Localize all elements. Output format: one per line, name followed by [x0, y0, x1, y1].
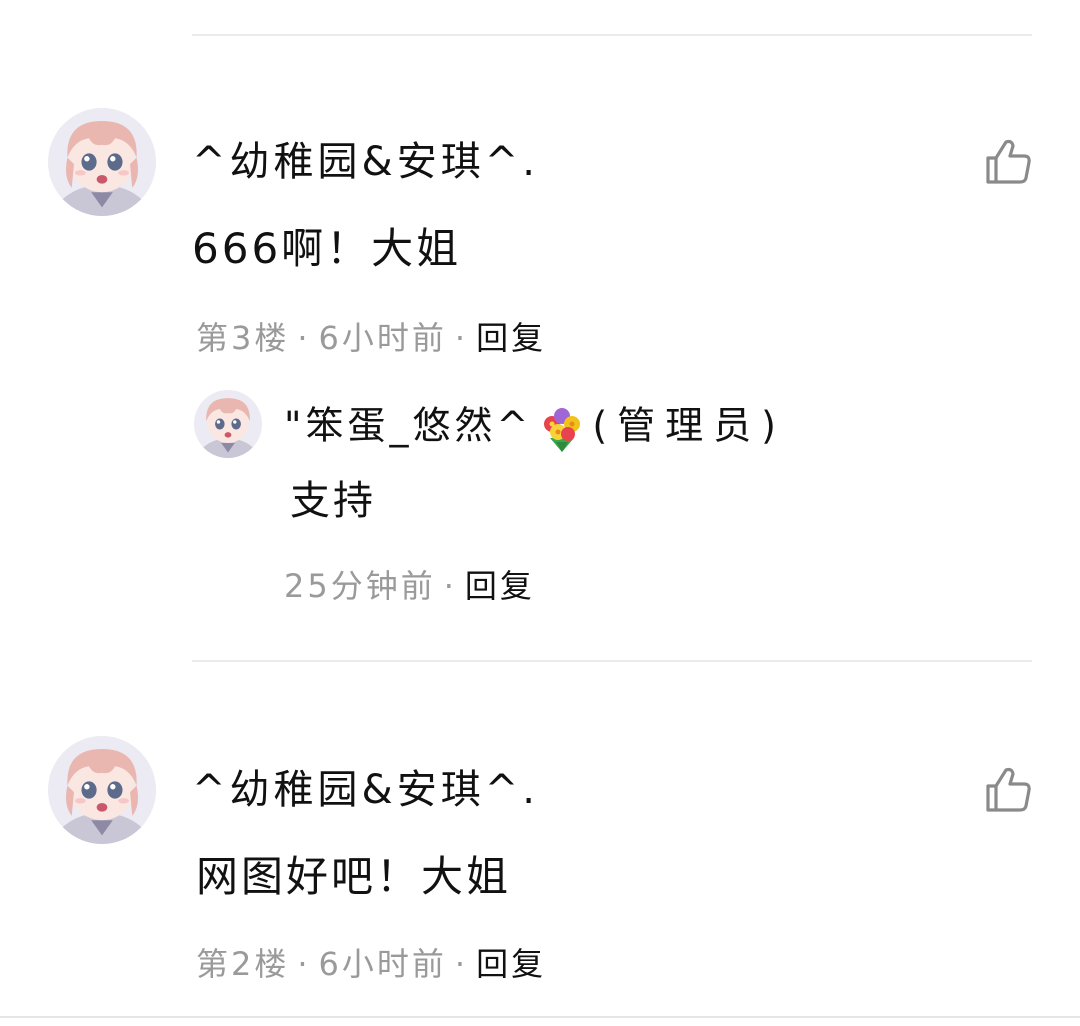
role-badge: (管理员) [592, 403, 786, 448]
reply-meta: 25分钟前 · 回复 [284, 566, 535, 606]
anime-avatar-icon [194, 390, 262, 458]
top-divider [192, 34, 1032, 36]
separator: · [297, 945, 311, 983]
avatar[interactable] [48, 108, 156, 216]
comment-divider [192, 660, 1032, 662]
timestamp: 6小时前 [318, 945, 447, 983]
comment-content: 网图好吧！大姐 [196, 852, 512, 901]
timestamp: 25分钟前 [284, 567, 436, 605]
flower-bouquet-icon [544, 408, 581, 452]
separator: · [443, 567, 457, 605]
avatar[interactable] [194, 390, 262, 458]
anime-avatar-icon [48, 108, 156, 216]
floor-label: 第2楼 [196, 945, 290, 983]
reply-username-line: "笨蛋_悠然^ (管理员) [284, 402, 786, 454]
comment-content: 666啊！大姐 [192, 224, 462, 273]
reply-button[interactable]: 回复 [465, 567, 535, 605]
separator: · [454, 319, 469, 357]
reply-button[interactable]: 回复 [476, 945, 546, 983]
separator: · [297, 319, 311, 357]
floor-label: 第3楼 [196, 319, 290, 357]
comment-username[interactable]: ^幼稚园&安琪^. [192, 766, 539, 814]
separator: · [454, 945, 469, 983]
comment-meta: 第3楼 · 6小时前 · 回复 [196, 318, 546, 358]
avatar[interactable] [48, 736, 156, 844]
reply-button[interactable]: 回复 [476, 319, 546, 357]
bottom-divider [0, 1016, 1080, 1018]
reply-username[interactable]: "笨蛋_悠然^ [284, 404, 532, 448]
timestamp: 6小时前 [318, 319, 447, 357]
thumbs-up-icon[interactable] [982, 136, 1034, 188]
thumbs-up-icon[interactable] [982, 764, 1034, 816]
comment-meta: 第2楼 · 6小时前 · 回复 [196, 944, 546, 984]
anime-avatar-icon [48, 736, 156, 844]
reply-content: 支持 [290, 478, 376, 524]
comment-username[interactable]: ^幼稚园&安琪^. [192, 138, 539, 186]
